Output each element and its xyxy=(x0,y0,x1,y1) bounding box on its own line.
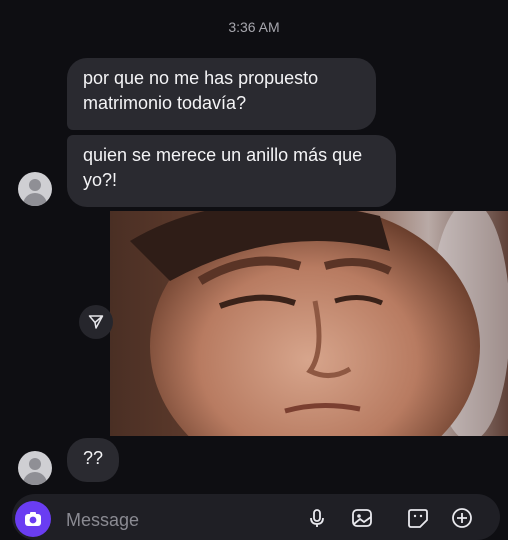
timestamp: 3:36 AM xyxy=(228,19,280,35)
camera-button[interactable] xyxy=(15,501,51,537)
share-button[interactable] xyxy=(79,305,113,339)
add-button[interactable] xyxy=(447,503,477,533)
message-bubble-2[interactable]: quien se merece un anillo más que yo?! xyxy=(67,135,396,207)
microphone-button[interactable] xyxy=(302,503,332,533)
sticker-icon xyxy=(408,509,428,528)
send-share-icon xyxy=(88,315,104,329)
image-gallery-icon xyxy=(352,509,372,527)
avatar[interactable] xyxy=(18,451,52,485)
avatar[interactable] xyxy=(18,172,52,206)
message-bubble-3[interactable]: ?? xyxy=(67,438,119,482)
message-input[interactable] xyxy=(66,508,286,532)
microphone-icon xyxy=(310,509,324,527)
plus-circle-icon xyxy=(452,508,472,528)
shared-video-thumbnail[interactable] xyxy=(110,211,508,436)
message-bubble-1[interactable]: por que no me has propuesto matrimonio t… xyxy=(67,58,376,130)
sticker-button[interactable] xyxy=(403,503,433,533)
camera-icon xyxy=(25,512,41,526)
video-frame-image xyxy=(110,211,508,436)
gallery-button[interactable] xyxy=(347,503,377,533)
